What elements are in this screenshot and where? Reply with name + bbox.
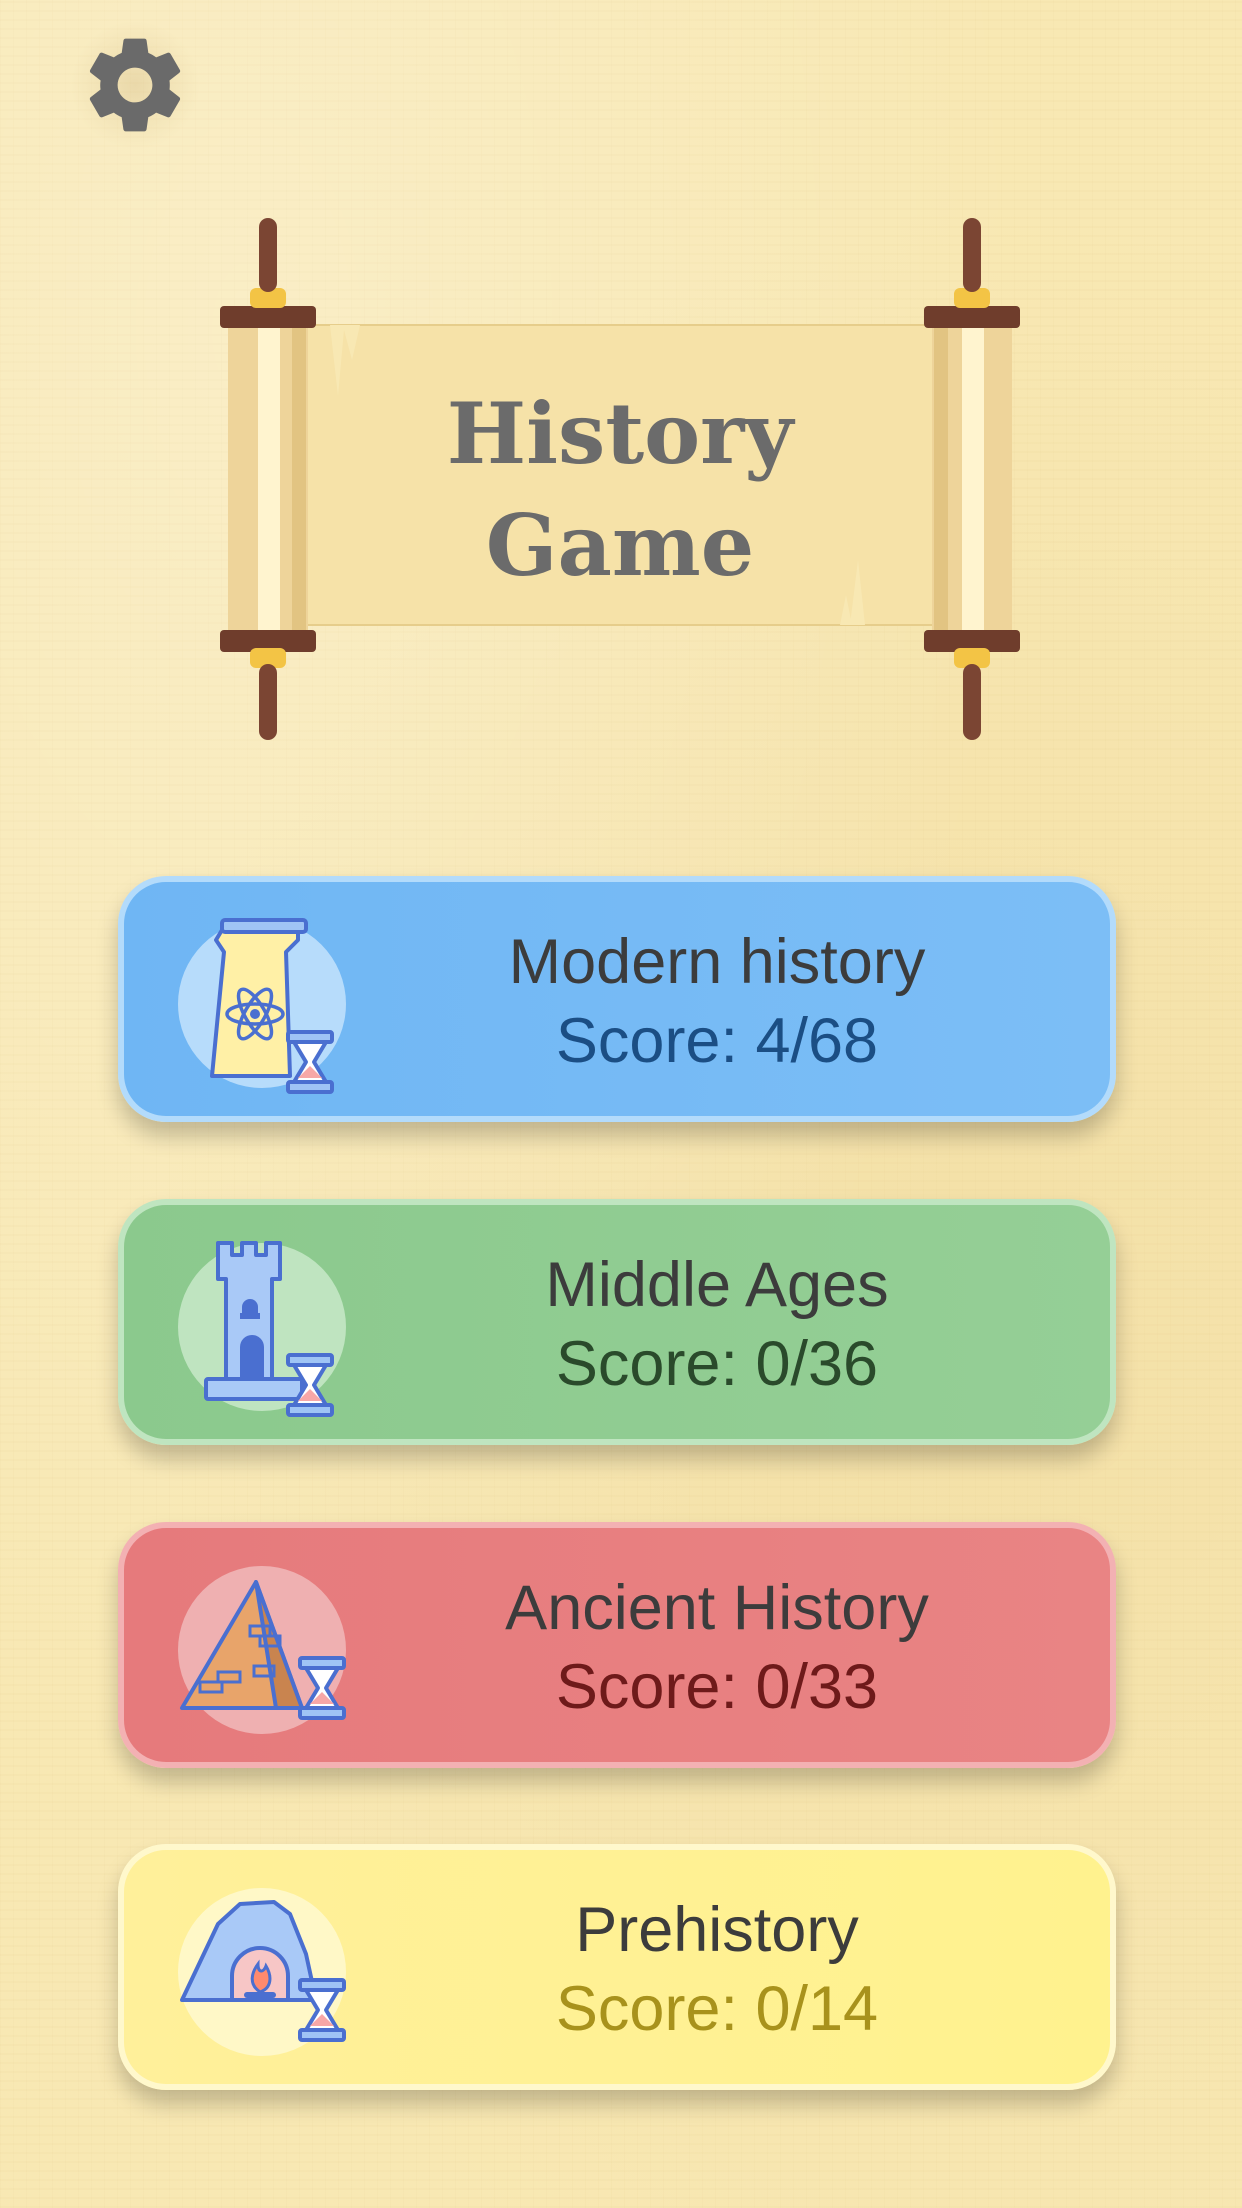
category-score: Score: 0/36 <box>555 1329 879 1399</box>
main-screen: History Game Modern history Score: 4/68 … <box>0 0 1242 2208</box>
category-text: Prehistory Score: 0/14 <box>354 1890 1080 2048</box>
category-score: Score: 0/14 <box>555 1974 879 2044</box>
pyramid-hourglass-icon <box>178 1562 358 1742</box>
category-text: Ancient History Score: 0/33 <box>354 1568 1080 1726</box>
category-card-ancient-history[interactable]: Ancient History Score: 0/33 <box>118 1522 1116 1768</box>
category-name: Prehistory <box>575 1895 859 1965</box>
category-card-prehistory[interactable]: Prehistory Score: 0/14 <box>118 1844 1116 2090</box>
atom-tower-hourglass-icon <box>178 916 358 1096</box>
category-score: Score: 4/68 <box>555 1006 879 1076</box>
cave-fire-hourglass-icon <box>178 1884 358 2064</box>
app-title-line-1: History <box>446 384 794 483</box>
category-score: Score: 0/33 <box>555 1652 879 1722</box>
title-scroll: History Game <box>210 210 1030 750</box>
category-name: Ancient History <box>505 1573 929 1643</box>
category-card-modern-history[interactable]: Modern history Score: 4/68 <box>118 876 1116 1122</box>
app-title: History Game <box>310 378 930 602</box>
category-name: Middle Ages <box>545 1250 889 1320</box>
category-text: Modern history Score: 4/68 <box>354 922 1080 1080</box>
settings-button[interactable] <box>70 20 200 150</box>
app-title-line-2: Game <box>485 496 755 595</box>
category-text: Middle Ages Score: 0/36 <box>354 1245 1080 1403</box>
category-card-middle-ages[interactable]: Middle Ages Score: 0/36 <box>118 1199 1116 1445</box>
gear-icon <box>89 38 181 132</box>
category-name: Modern history <box>508 927 926 997</box>
castle-tower-hourglass-icon <box>178 1239 358 1419</box>
